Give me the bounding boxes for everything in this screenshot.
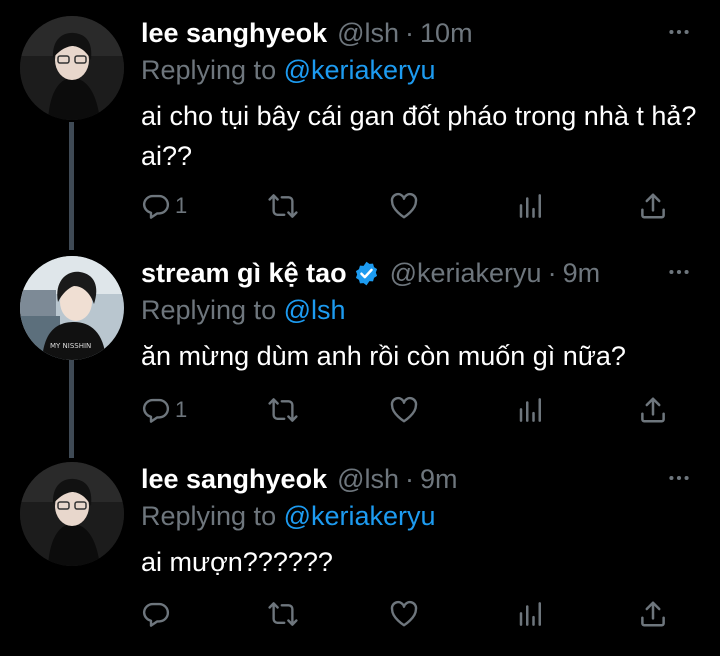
analytics-button[interactable] [516, 392, 546, 428]
more-icon[interactable] [664, 258, 694, 286]
separator-dot: · [547, 258, 557, 288]
separator-dot: · [405, 464, 415, 494]
display-name[interactable]: stream gì kệ tao [141, 256, 347, 290]
replying-to-label: Replying to [141, 501, 277, 531]
tweet[interactable]: lee sanghyeok @lsh · 10m Replying to @ke… [0, 16, 720, 246]
like-icon [389, 395, 419, 425]
analytics-icon [516, 191, 546, 221]
avatar[interactable] [20, 16, 124, 120]
user-handle[interactable]: @keriakeryu [390, 256, 542, 290]
timestamp[interactable]: 9m [420, 462, 458, 496]
separator-dot: · [405, 18, 415, 48]
share-button[interactable] [638, 188, 668, 224]
avatar[interactable] [20, 462, 124, 566]
user-handle[interactable]: @lsh [337, 462, 399, 496]
retweet-icon [268, 395, 298, 425]
replying-to-mention[interactable]: @keriakeryu [284, 55, 436, 85]
more-icon[interactable] [664, 18, 694, 46]
verified-badge-icon [355, 261, 377, 285]
like-icon [389, 191, 419, 221]
tweet-text: ai cho tụi bây cái gan đốt pháo trong nh… [141, 101, 697, 171]
retweet-icon [268, 191, 298, 221]
analytics-button[interactable] [516, 596, 546, 632]
tweet-header: lee sanghyeok @lsh · 9m [141, 462, 458, 496]
reply-button[interactable]: 1 [141, 188, 187, 224]
reply-button[interactable] [141, 596, 175, 632]
share-button[interactable] [638, 392, 668, 428]
retweet-button[interactable] [268, 188, 298, 224]
share-icon [638, 191, 668, 221]
share-button[interactable] [638, 596, 668, 632]
svg-text:MY NISSHIN: MY NISSHIN [50, 342, 91, 350]
tweet-header: stream gì kệ tao @keriakeryu · 9m [141, 256, 600, 290]
analytics-icon [516, 395, 546, 425]
display-name[interactable]: lee sanghyeok [141, 16, 327, 50]
reply-button[interactable]: 1 [141, 392, 187, 428]
replying-to-mention[interactable]: @lsh [284, 295, 346, 325]
tweet[interactable]: MY NISSHIN stream gì kệ tao @keriakeryu … [0, 256, 720, 436]
analytics-icon [516, 599, 546, 629]
retweet-button[interactable] [268, 596, 298, 632]
replying-to: Replying to @keriakeryu [141, 53, 436, 87]
reply-icon [141, 191, 171, 221]
avatar[interactable]: MY NISSHIN [20, 256, 124, 360]
more-icon[interactable] [664, 464, 694, 492]
reply-count: 1 [175, 397, 188, 422]
replying-to: Replying to @lsh [141, 293, 346, 327]
tweet-actions: 1 [0, 188, 720, 224]
like-button[interactable] [389, 392, 419, 428]
timestamp[interactable]: 10m [420, 16, 473, 50]
conversation-thread: lee sanghyeok @lsh · 10m Replying to @ke… [0, 0, 720, 656]
reply-count: 1 [175, 193, 188, 218]
retweet-icon [268, 599, 298, 629]
replying-to-label: Replying to [141, 55, 277, 85]
tweet-text: ai mượn?????? [141, 547, 333, 577]
replying-to-mention[interactable]: @keriakeryu [284, 501, 436, 531]
tweet-actions [0, 596, 720, 632]
tweet-text: ăn mừng dùm anh rồi còn muốn gì nữa? [141, 341, 626, 371]
analytics-button[interactable] [516, 188, 546, 224]
like-button[interactable] [389, 188, 419, 224]
tweet-header: lee sanghyeok @lsh · 10m [141, 16, 473, 50]
display-name[interactable]: lee sanghyeok [141, 462, 327, 496]
tweet[interactable]: lee sanghyeok @lsh · 9m Replying to @ker… [0, 462, 720, 642]
replying-to-label: Replying to [141, 295, 277, 325]
share-icon [638, 599, 668, 629]
reply-icon [141, 395, 171, 425]
reply-icon [141, 599, 171, 629]
share-icon [638, 395, 668, 425]
user-handle[interactable]: @lsh [337, 16, 399, 50]
like-icon [389, 599, 419, 629]
timestamp[interactable]: 9m [563, 256, 601, 290]
retweet-button[interactable] [268, 392, 298, 428]
like-button[interactable] [389, 596, 419, 632]
tweet-actions: 1 [0, 392, 720, 428]
replying-to: Replying to @keriakeryu [141, 499, 436, 533]
